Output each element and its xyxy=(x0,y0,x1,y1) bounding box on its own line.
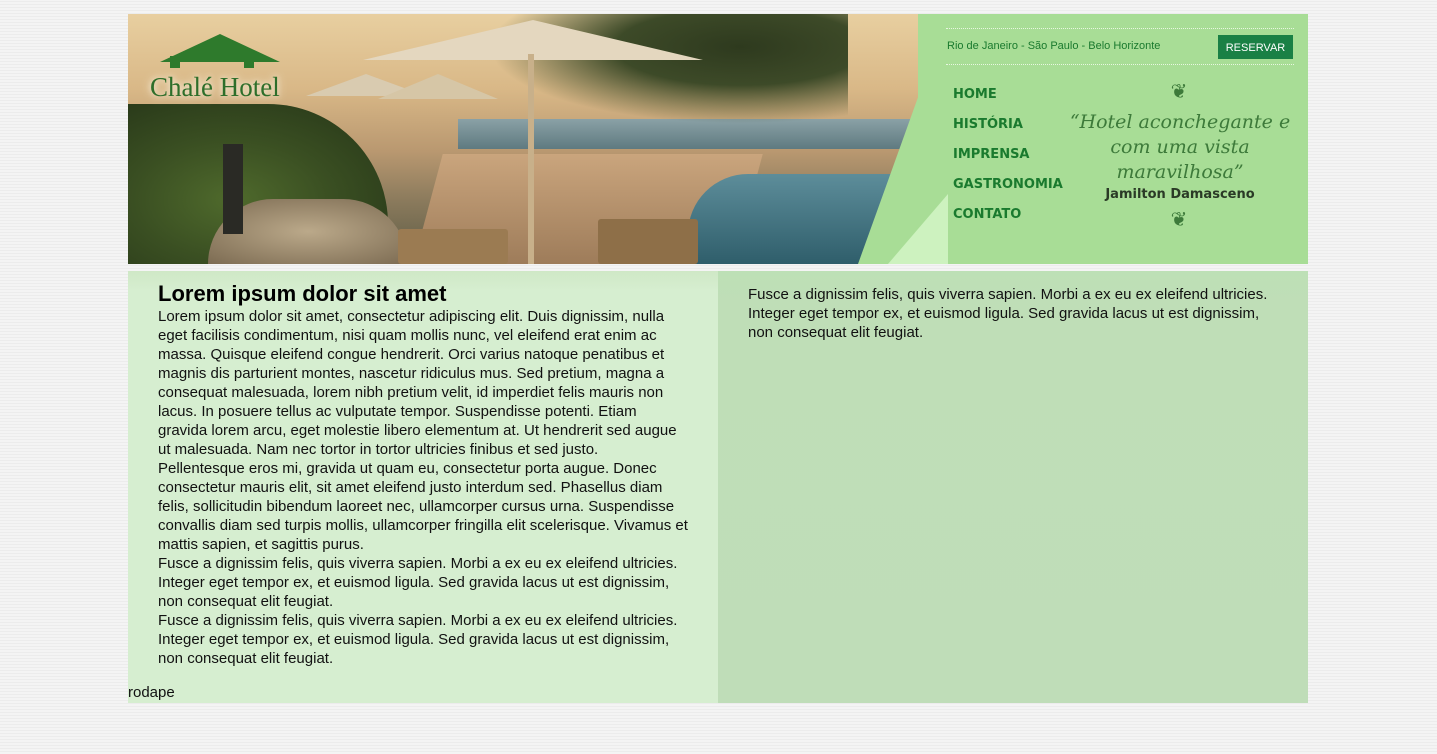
divider xyxy=(946,28,1294,29)
nav-item-imprensa[interactable]: IMPRENSA xyxy=(953,147,1063,177)
footer-text: rodape xyxy=(128,684,175,701)
sidebar-paragraph: Fusce a dignissim felis, quis viverra sa… xyxy=(748,286,1268,341)
nav-item-gastronomia[interactable]: GASTRONOMIA xyxy=(953,177,1063,207)
photo-chair xyxy=(598,219,698,264)
ornament-icon: ❦ xyxy=(1170,209,1190,231)
logo-text: Chalé Hotel xyxy=(150,72,280,102)
main-column: Lorem ipsum dolor sit amet Lorem ipsum d… xyxy=(128,271,718,703)
cities-text: Rio de Janeiro - São Paulo - Belo Horizo… xyxy=(947,40,1161,52)
hotel-logo[interactable]: Chalé Hotel xyxy=(146,28,296,118)
testimonial: ❦ “Hotel aconchegante e com uma vista ma… xyxy=(1063,80,1297,232)
main-nav: HOME HISTÓRIA IMPRENSA GASTRONOMIA CONTA… xyxy=(953,87,1063,237)
photo-lamp xyxy=(223,144,243,234)
nav-item-home[interactable]: HOME xyxy=(953,87,1063,117)
photo-chair xyxy=(398,229,508,264)
logo-window-icon xyxy=(244,56,254,68)
header-panel-accent xyxy=(888,194,948,264)
header-banner: Chalé Hotel Rio de Janeiro - São Paulo -… xyxy=(128,14,1308,264)
article-paragraph: Fusce a dignissim felis, quis viverra sa… xyxy=(158,555,678,610)
logo-window-icon xyxy=(170,56,180,68)
reserve-button[interactable]: RESERVAR xyxy=(1218,35,1293,59)
testimonial-quote: “Hotel aconchegante e com uma vista mara… xyxy=(1069,111,1291,183)
ornament-icon: ❦ xyxy=(1170,81,1190,103)
article-title: Lorem ipsum dolor sit amet xyxy=(158,281,447,306)
main-column-inner: Lorem ipsum dolor sit amet Lorem ipsum d… xyxy=(158,281,688,668)
nav-item-historia[interactable]: HISTÓRIA xyxy=(953,117,1063,147)
sidebar-inner: Fusce a dignissim felis, quis viverra sa… xyxy=(748,285,1278,342)
photo-umbrella-pole xyxy=(528,54,534,264)
photo-umbrella-small xyxy=(378,74,498,99)
page-wrapper: Chalé Hotel Rio de Janeiro - São Paulo -… xyxy=(128,14,1308,703)
article-paragraph: Lorem ipsum dolor sit amet, consectetur … xyxy=(158,308,688,553)
article-paragraph: Fusce a dignissim felis, quis viverra sa… xyxy=(158,612,678,667)
divider xyxy=(946,64,1294,65)
sidebar-column: Fusce a dignissim felis, quis viverra sa… xyxy=(718,271,1308,703)
content-area: Lorem ipsum dolor sit amet Lorem ipsum d… xyxy=(128,271,1308,703)
testimonial-author: Jamilton Damasceno xyxy=(1105,187,1255,202)
nav-item-contato[interactable]: CONTATO xyxy=(953,207,1063,237)
